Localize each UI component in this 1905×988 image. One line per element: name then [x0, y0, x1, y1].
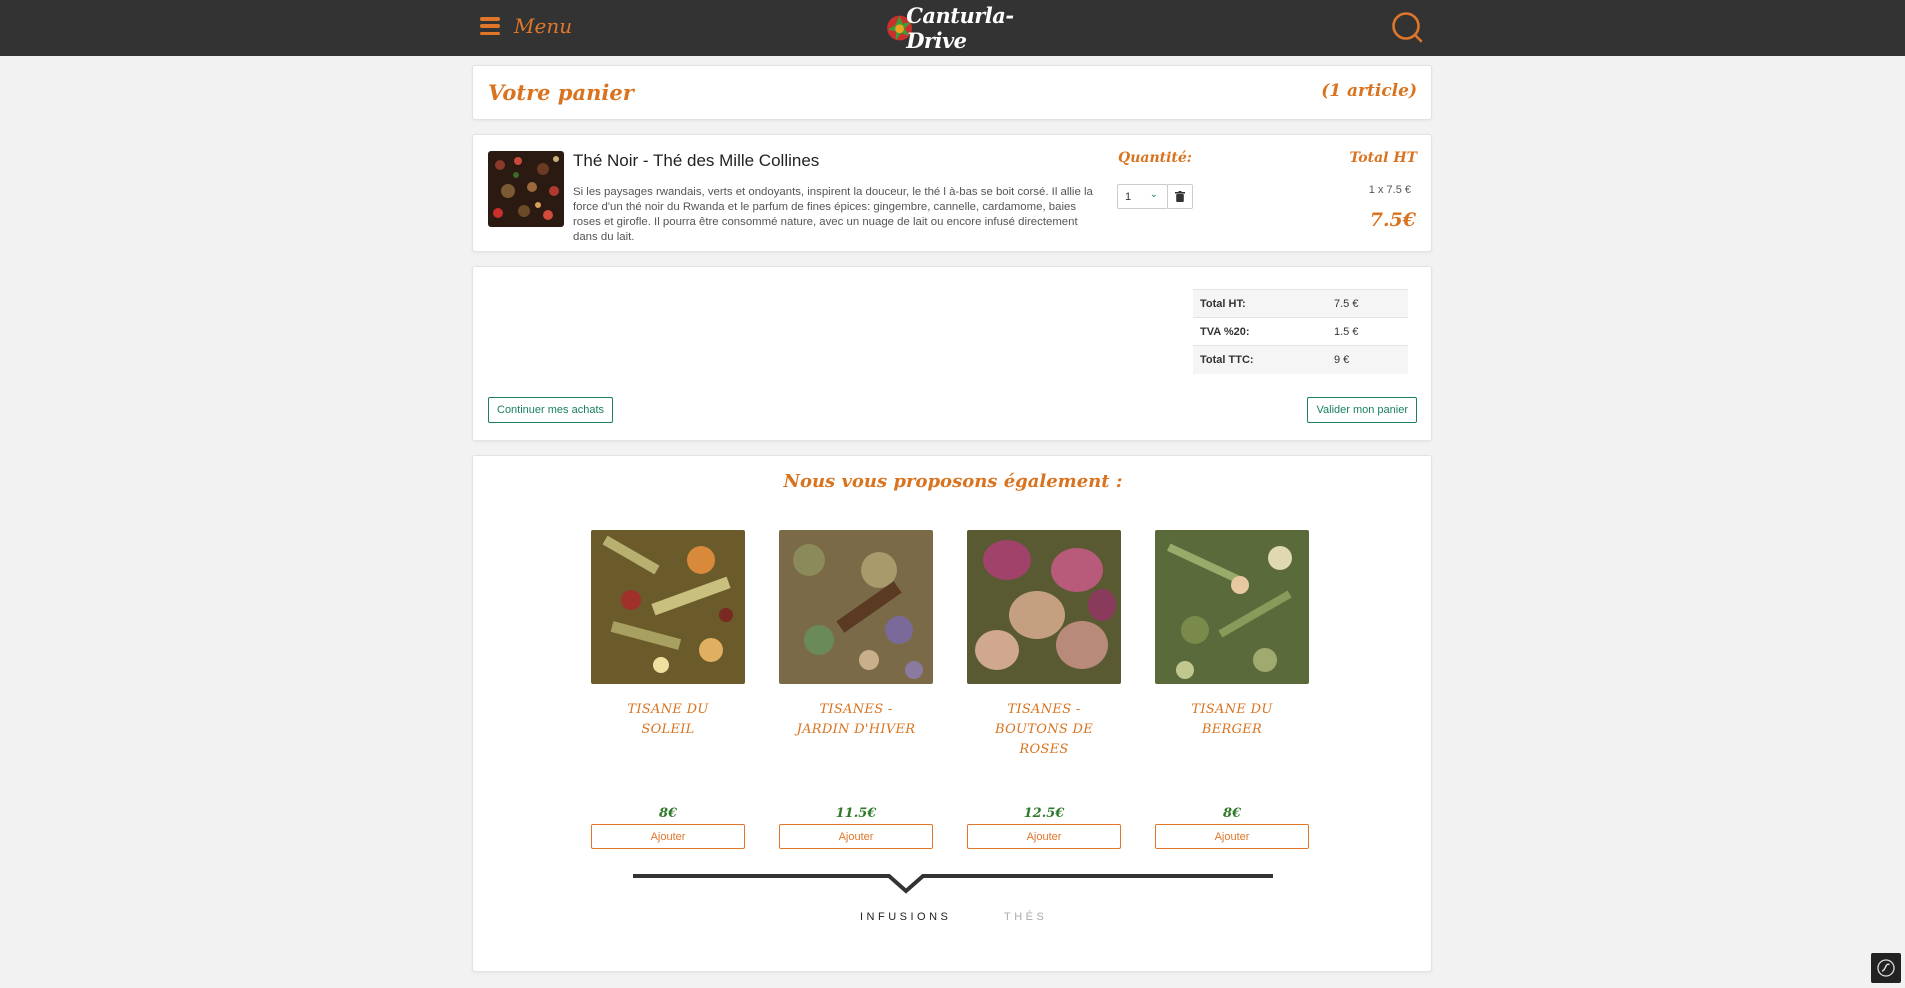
delete-item-button[interactable] — [1167, 184, 1193, 209]
totals-label: Total HT: — [1193, 289, 1327, 318]
product-name[interactable]: Tisanes - Boutons de roses — [967, 700, 1121, 766]
total-ht-label: Total HT — [1349, 150, 1417, 166]
product-price: 11.5€ — [835, 806, 877, 821]
quantity-select[interactable]: 1 ⌄ — [1117, 184, 1168, 209]
quantity-value: 1 — [1125, 190, 1132, 203]
product-price: 8€ — [658, 806, 678, 821]
product-image[interactable] — [1155, 530, 1309, 684]
tab-thes[interactable]: THÉS — [1004, 911, 1047, 923]
product-image[interactable] — [591, 530, 745, 684]
continue-shopping-button[interactable]: Continuer mes achats — [488, 397, 613, 423]
product-card: Tisane du Soleil 8€ Ajouter — [591, 530, 745, 849]
quantity-label: Quantité: — [1118, 150, 1192, 166]
totals-card: Total HT: 7.5 € TVA %20: 1.5 € Total TTC… — [472, 266, 1432, 441]
product-name[interactable]: Thé Noir - Thé des Mille Collines — [573, 151, 819, 171]
product-card: Tisanes - Boutons de roses 12.5€ Ajouter — [967, 530, 1121, 849]
product-name[interactable]: Tisane du Soleil — [591, 700, 745, 766]
cart-item-count: (1 article) — [1321, 81, 1417, 101]
symfony-icon — [1877, 959, 1895, 977]
cart-title: Votre panier — [488, 80, 634, 105]
add-to-cart-button[interactable]: Ajouter — [1155, 824, 1309, 849]
add-to-cart-button[interactable]: Ajouter — [967, 824, 1121, 849]
suggestions-card: Nous vous proposons également : Tisane d… — [472, 455, 1432, 972]
chevron-down-icon: ⌄ — [1149, 189, 1158, 200]
product-card: Tisane du Berger 8€ Ajouter — [1155, 530, 1309, 849]
cart-header-card: Votre panier (1 article) — [472, 65, 1432, 120]
item-total: 7.5€ — [1369, 209, 1416, 231]
product-image[interactable] — [779, 530, 933, 684]
product-image[interactable] — [967, 530, 1121, 684]
logo-text: Canturla-Drive — [906, 3, 1014, 53]
totals-value: 9 € — [1327, 345, 1408, 374]
totals-label: TVA %20: — [1193, 317, 1327, 346]
totals-table: Total HT: 7.5 € TVA %20: 1.5 € Total TTC… — [1193, 289, 1408, 374]
totals-row: TVA %20: 1.5 € — [1193, 317, 1408, 346]
product-price: 8€ — [1222, 806, 1242, 821]
totals-row: Total TTC: 9 € — [1193, 345, 1408, 374]
add-to-cart-button[interactable]: Ajouter — [779, 824, 933, 849]
totals-label: Total TTC: — [1193, 345, 1327, 374]
trash-icon — [1175, 191, 1185, 202]
product-thumbnail — [488, 151, 564, 227]
add-to-cart-button[interactable]: Ajouter — [591, 824, 745, 849]
validate-cart-button[interactable]: Valider mon panier — [1307, 397, 1417, 423]
menu-button[interactable]: Menu — [480, 14, 572, 38]
totals-value: 7.5 € — [1327, 289, 1408, 318]
product-description: Si les paysages rwandais, verts et ondoy… — [573, 186, 1093, 243]
totals-row: Total HT: 7.5 € — [1193, 289, 1408, 318]
totals-value: 1.5 € — [1327, 317, 1408, 346]
site-logo[interactable]: Canturla-Drive — [885, 3, 1035, 53]
hamburger-icon — [480, 17, 500, 35]
search-icon[interactable] — [1390, 10, 1424, 44]
unit-price-line: 1 x 7.5 € — [1368, 184, 1411, 196]
tab-infusions[interactable]: INFUSIONS — [860, 911, 951, 923]
product-price: 12.5€ — [1023, 806, 1065, 821]
product-name[interactable]: Tisanes - Jardin d'Hiver — [779, 700, 933, 766]
menu-label: Menu — [514, 14, 573, 38]
cart-item-card: Thé Noir - Thé des Mille Collines Si les… — [472, 134, 1432, 252]
carousel-indicator — [633, 874, 1273, 894]
product-name[interactable]: Tisane du Berger — [1155, 700, 1309, 766]
product-card: Tisanes - Jardin d'Hiver 11.5€ Ajouter — [779, 530, 933, 849]
top-navbar: Menu Canturla-Drive — [0, 0, 1905, 56]
suggestions-title: Nous vous proposons également : — [783, 471, 1123, 492]
debug-toolbar-toggle[interactable] — [1871, 953, 1901, 983]
